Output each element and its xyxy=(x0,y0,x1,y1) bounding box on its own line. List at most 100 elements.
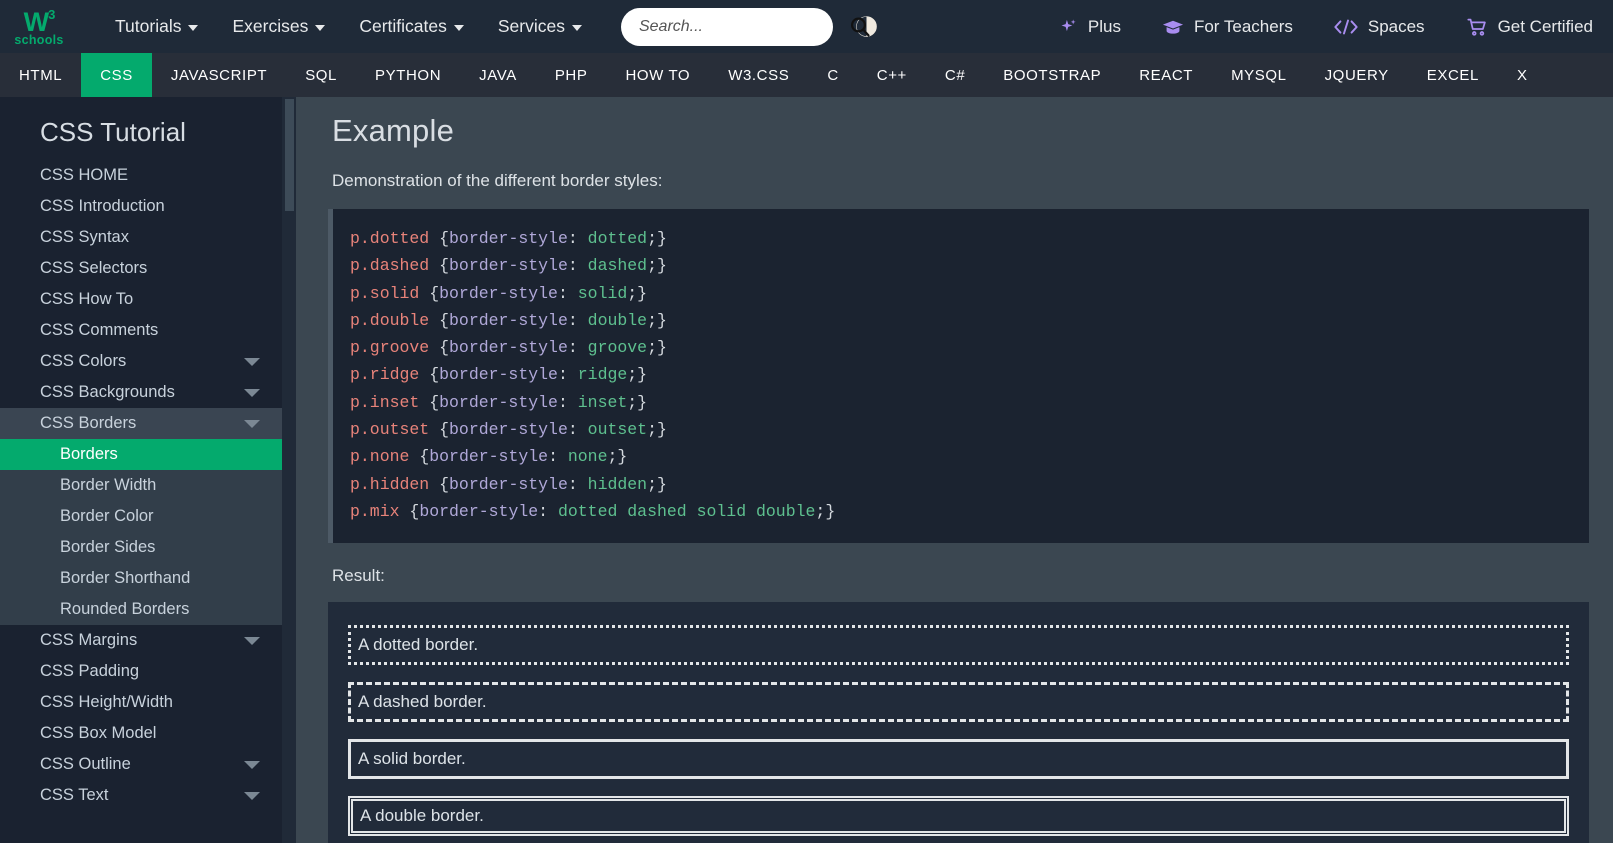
code-selector: p.none xyxy=(350,447,410,467)
subnav-item-c[interactable]: C xyxy=(808,53,857,97)
top-nav-plus[interactable]: Plus xyxy=(1039,9,1141,45)
code-brace-open: { xyxy=(419,283,440,303)
sidebar-subitem-border-sides[interactable]: Border Sides xyxy=(0,532,282,563)
subnav-item-java[interactable]: JAVA xyxy=(460,53,536,97)
code-value: hidden xyxy=(587,474,648,494)
subnav-item-label: W3.CSS xyxy=(728,66,790,84)
subnav-item-label: REACT xyxy=(1139,66,1194,84)
result-label: Result: xyxy=(332,566,385,586)
subnav-item-w3-css[interactable]: W3.CSS xyxy=(709,53,808,97)
top-nav-services[interactable]: Services xyxy=(481,8,599,45)
chevron-down-icon xyxy=(244,760,260,769)
logo-superscript: 3 xyxy=(48,6,55,22)
top-nav-get-certified[interactable]: Get Certified xyxy=(1445,8,1613,46)
main-content: Example Demonstration of the different b… xyxy=(296,97,1613,843)
sidebar-item-css-outline[interactable]: CSS Outline xyxy=(0,749,282,780)
subnav-item-excel[interactable]: EXCEL xyxy=(1408,53,1498,97)
sidebar-subitem-border-width[interactable]: Border Width xyxy=(0,470,282,501)
sidebar-item-label: CSS Box Model xyxy=(40,724,157,742)
page-title: Example xyxy=(332,113,455,148)
subnav-item-label: C# xyxy=(944,66,966,84)
sidebar-container: CSS Tutorial CSS HOME CSS Introduction CSS… xyxy=(0,97,296,843)
subnav-item-label: PHP xyxy=(554,66,588,84)
code-example-block: p.dotted {border-style: dotted;} p.dashed… xyxy=(328,209,1589,544)
code-colon: : xyxy=(567,338,588,358)
top-nav-exercises[interactable]: Exercises xyxy=(215,8,342,45)
search-icon[interactable] xyxy=(847,14,873,40)
sidebar-subitem-border-color[interactable]: Border Color xyxy=(0,501,282,532)
code-value: outset xyxy=(587,420,648,440)
subnav-item-php[interactable]: PHP xyxy=(536,53,607,97)
code-value: none xyxy=(567,447,608,467)
subnav-item-how-to[interactable]: HOW TO xyxy=(606,53,709,97)
sidebar-item-css-box-model[interactable]: CSS Box Model xyxy=(0,718,282,749)
search-box[interactable] xyxy=(620,7,870,46)
code-brace-open: { xyxy=(429,229,450,248)
code-selector: p.mix xyxy=(350,501,400,521)
sidebar-subitem-rounded-borders[interactable]: Rounded Borders xyxy=(0,594,282,625)
top-nav-get-certified-label: Get Certified xyxy=(1497,16,1593,36)
code-property: border-style xyxy=(439,365,558,385)
subnav-item-css[interactable]: CSS xyxy=(81,53,152,97)
subnav-item-mysql[interactable]: MYSQL xyxy=(1212,53,1306,97)
subnav-item-python[interactable]: PYTHON xyxy=(356,53,460,97)
subnav-item-react[interactable]: REACT xyxy=(1120,53,1212,97)
sidebar-item-css-text[interactable]: CSS Text xyxy=(0,780,282,811)
sidebar-item-label: CSS Syntax xyxy=(40,228,129,246)
page-body: CSS Tutorial CSS HOME CSS Introduction CSS… xyxy=(0,97,1613,843)
subnav-item-c[interactable]: C# xyxy=(926,53,984,97)
subnav-item-label: HTML xyxy=(19,66,63,84)
sidebar-group-css-borders[interactable]: CSS Borders xyxy=(0,408,282,439)
sidebar-subitem-label: Rounded Borders xyxy=(60,600,190,618)
code-line: p.double {border-style: double;} xyxy=(350,307,1569,334)
sidebar-item-css-backgrounds[interactable]: CSS Backgrounds xyxy=(0,377,282,408)
chevron-down-icon xyxy=(571,24,582,31)
code-line: p.dotted {border-style: dotted;} xyxy=(350,225,1569,252)
sidebar-item-label: CSS Colors xyxy=(40,352,127,370)
chevron-down-icon xyxy=(244,357,260,366)
sidebar-item-css-colors[interactable]: CSS Colors xyxy=(0,346,282,377)
sidebar-subitem-borders[interactable]: Borders xyxy=(0,439,282,470)
subnav-item-jquery[interactable]: JQUERY xyxy=(1306,53,1408,97)
top-nav-spaces-label: Spaces xyxy=(1367,16,1425,36)
sidebar-item-css-padding[interactable]: CSS Padding xyxy=(0,656,282,687)
code-brace-close: ;} xyxy=(647,229,667,248)
subnav-item-x[interactable]: X xyxy=(1498,53,1547,97)
code-colon: : xyxy=(567,229,588,248)
code-brace-open: { xyxy=(429,474,450,494)
top-nav-tutorials[interactable]: Tutorials xyxy=(98,8,215,45)
sidebar-subitem-border-shorthand[interactable]: Border Shorthand xyxy=(0,563,282,594)
code-brace-open: { xyxy=(429,420,450,440)
subnav-item-c[interactable]: C++ xyxy=(858,53,926,97)
sidebar-item-label: CSS How To xyxy=(40,290,134,308)
sidebar-item-css-comments[interactable]: CSS Comments xyxy=(0,315,282,346)
subnav-item-html[interactable]: HTML xyxy=(0,53,81,97)
code-selector: p.inset xyxy=(350,392,420,412)
sidebar-item-css-margins[interactable]: CSS Margins xyxy=(0,625,282,656)
subnav-item-javascript[interactable]: JAVASCRIPT xyxy=(152,53,286,97)
w3schools-logo[interactable]: W3 schools xyxy=(0,7,78,47)
code-brace-close: ;} xyxy=(627,365,648,385)
top-nav-certificates[interactable]: Certificates xyxy=(342,8,481,45)
sidebar-item-css-home[interactable]: CSS HOME xyxy=(0,160,282,191)
sidebar-item-css-height-width[interactable]: CSS Height/Width xyxy=(0,687,282,718)
subnav-item-sql[interactable]: SQL xyxy=(286,53,356,97)
top-nav-certificates-label: Certificates xyxy=(359,16,447,36)
sidebar-item-css-selectors[interactable]: CSS Selectors xyxy=(0,253,282,284)
search-input[interactable] xyxy=(638,17,847,36)
sidebar-item-css-how-to[interactable]: CSS How To xyxy=(0,284,282,315)
subnav-item-bootstrap[interactable]: BOOTSTRAP xyxy=(984,53,1120,97)
sidebar-items-top: CSS HOME CSS Introduction CSS Syntax CSS Se… xyxy=(0,160,282,408)
code-colon: : xyxy=(567,474,588,494)
top-nav-for-teachers[interactable]: For Teachers xyxy=(1141,8,1313,46)
sidebar-subitems-borders: Borders Border Width Border Color Border Si… xyxy=(0,439,282,625)
code-selector: p.groove xyxy=(350,338,430,358)
top-nav-services-label: Services xyxy=(497,16,565,36)
sidebar-scrollbar-thumb[interactable] xyxy=(285,99,294,211)
sidebar-scrollbar-track[interactable] xyxy=(282,97,296,843)
top-nav-spaces[interactable]: Spaces xyxy=(1313,9,1445,45)
code-brace-close: ;} xyxy=(647,310,667,330)
sidebar-item-css-introduction[interactable]: CSS Introduction xyxy=(0,191,282,222)
sidebar-item-css-syntax[interactable]: CSS Syntax xyxy=(0,222,282,253)
code-value: dashed xyxy=(587,256,648,276)
